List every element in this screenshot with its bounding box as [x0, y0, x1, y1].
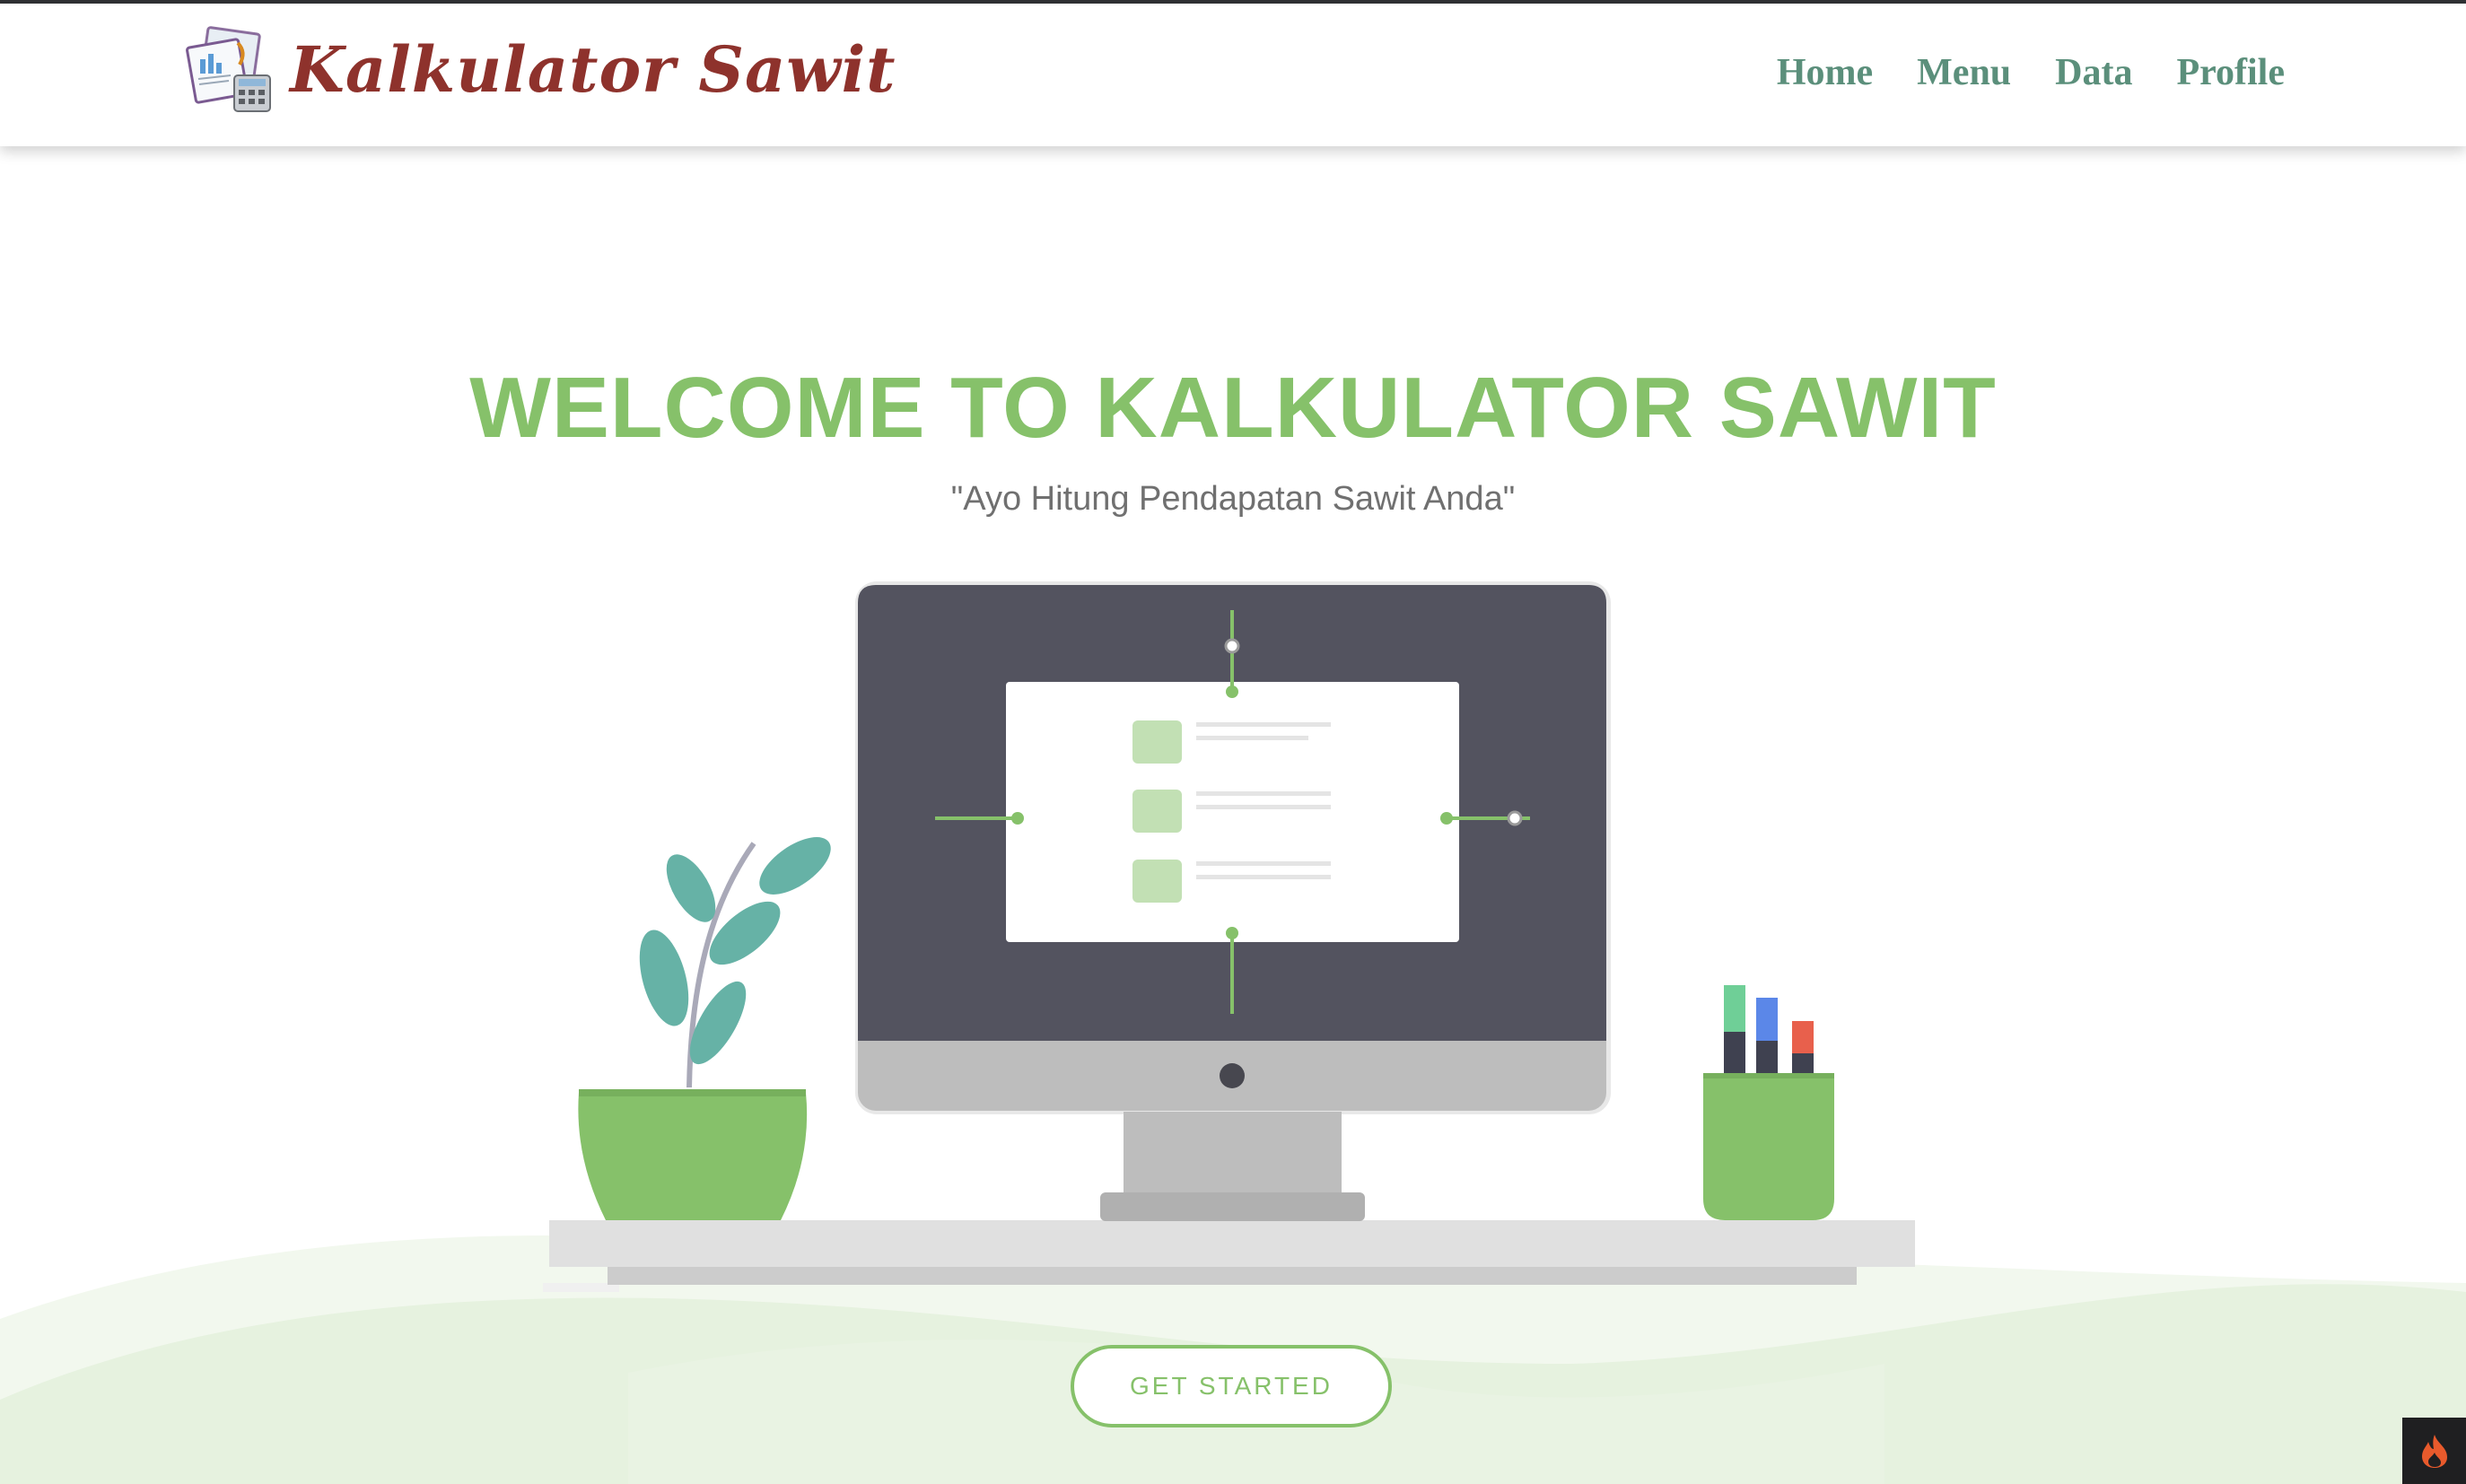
- nav-link-data[interactable]: Data: [2055, 54, 2132, 92]
- navbar: Kalkulator Sawit Home Menu Data Profile: [0, 0, 2466, 146]
- window-top-border: [0, 0, 2466, 4]
- brand-link[interactable]: Kalkulator Sawit: [184, 25, 896, 115]
- page: Kalkulator Sawit Home Menu Data Profile …: [0, 0, 2466, 1484]
- get-started-button[interactable]: GET STARTED: [1071, 1345, 1392, 1427]
- potted-plant: [578, 837, 831, 1220]
- calculator-documents-icon: [186, 26, 271, 112]
- screen-window: [1006, 682, 1459, 942]
- desk: [543, 1220, 1915, 1292]
- nav-links: Home Menu Data Profile: [1777, 54, 2285, 92]
- corner-badge[interactable]: [2402, 1418, 2466, 1484]
- hero-subtitle: "Ayo Hitung Pendapatan Sawit Anda": [950, 480, 1516, 518]
- nav-link-profile[interactable]: Profile: [2176, 54, 2285, 92]
- brand-name: Kalkulator Sawit: [290, 32, 896, 107]
- hero-title: WELCOME TO KALKULATOR SAWIT: [469, 360, 1997, 456]
- desktop-workspace-illustration: [543, 581, 1915, 1292]
- flame-icon: [2421, 1435, 2447, 1468]
- pen-cup: [1703, 985, 1834, 1220]
- nav-link-home[interactable]: Home: [1777, 54, 1873, 92]
- nav-link-menu[interactable]: Menu: [1917, 54, 2011, 92]
